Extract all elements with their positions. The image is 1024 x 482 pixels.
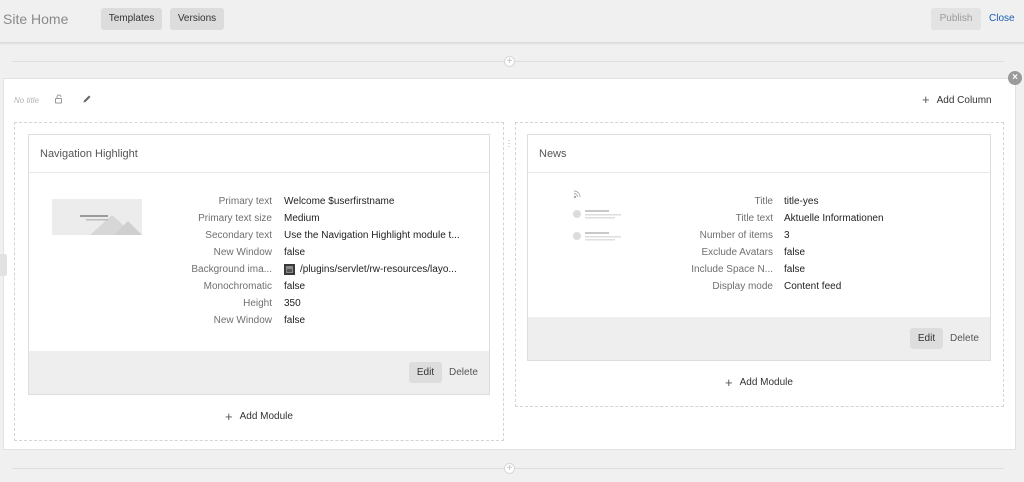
property-label: Secondary text: [205, 230, 272, 241]
property-label: Primary text: [218, 196, 272, 207]
property-value: Use the Navigation Highlight module t...: [284, 230, 460, 241]
news-preview-image: [573, 190, 621, 241]
section-title-placeholder[interactable]: No title: [14, 96, 39, 105]
edit-module-button[interactable]: Edit: [910, 328, 943, 349]
section-drag-handle[interactable]: [0, 254, 7, 276]
add-section-bottom-button[interactable]: +: [504, 463, 515, 474]
add-module-label: Add Module: [739, 377, 793, 388]
property-label: Exclude Avatars: [701, 247, 773, 258]
plus-icon: +: [725, 374, 733, 390]
edit-module-button[interactable]: Edit: [409, 362, 442, 383]
header-divider: [0, 42, 1024, 45]
versions-button[interactable]: Versions: [170, 8, 224, 30]
module-footer: Edit Delete: [29, 351, 489, 394]
property-value: 350: [284, 298, 301, 309]
rss-icon: [573, 190, 581, 199]
property-value: Welcome $userfirstname: [284, 196, 395, 207]
top-bar: Site Home Templates Versions Publish Clo…: [0, 0, 1024, 40]
property-label: New Window: [213, 247, 272, 258]
property-label: Title text: [735, 213, 773, 224]
plus-icon: +: [922, 92, 930, 107]
plus-icon: +: [225, 408, 233, 424]
property-value: false: [284, 247, 306, 258]
lock-icon[interactable]: [54, 94, 64, 104]
delete-module-button[interactable]: Delete: [950, 328, 979, 349]
property-label: New Window: [213, 315, 272, 326]
module-title: Navigation Highlight: [29, 135, 489, 173]
add-module-button[interactable]: + Add Module: [225, 408, 293, 424]
navigation-highlight-preview-image: [52, 199, 142, 235]
pencil-icon[interactable]: [82, 94, 92, 104]
add-module-label: Add Module: [239, 411, 293, 422]
property-value: false: [284, 281, 306, 292]
add-module-button[interactable]: + Add Module: [725, 374, 793, 390]
publish-button[interactable]: Publish: [931, 8, 981, 30]
property-label: Display mode: [712, 281, 773, 292]
add-column-button[interactable]: + Add Column: [922, 93, 992, 107]
property-value: Aktuelle Informationen: [784, 213, 884, 224]
property-value: Content feed: [784, 281, 842, 292]
property-label: Background ima...: [191, 264, 272, 275]
close-link[interactable]: Close: [989, 13, 1015, 24]
property-value: /plugins/servlet/rw-resources/layo...: [300, 264, 457, 275]
property-label: Include Space N...: [691, 264, 773, 275]
property-value: title-yes: [784, 196, 819, 207]
site-title: Site Home: [3, 11, 69, 27]
property-label: Monochromatic: [203, 281, 272, 292]
property-value: false: [284, 315, 306, 326]
delete-module-button[interactable]: Delete: [449, 362, 478, 383]
add-column-label: Add Column: [936, 94, 992, 106]
property-value: 3: [784, 230, 790, 241]
property-label: Number of items: [699, 230, 773, 241]
module-footer: Edit Delete: [528, 317, 990, 360]
property-value: Medium: [284, 213, 320, 224]
remove-section-button[interactable]: ×: [1008, 71, 1022, 85]
property-value: false: [784, 264, 806, 275]
property-label: Title: [754, 196, 773, 207]
module-title: News: [528, 135, 990, 173]
property-label: Primary text size: [198, 213, 272, 224]
image-icon: [284, 264, 295, 275]
property-value: false: [784, 247, 806, 258]
templates-button[interactable]: Templates: [101, 8, 162, 30]
add-section-top-button[interactable]: +: [504, 56, 515, 67]
column-resize-handle[interactable]: · · ·: [506, 136, 512, 151]
property-label: Height: [243, 298, 272, 309]
